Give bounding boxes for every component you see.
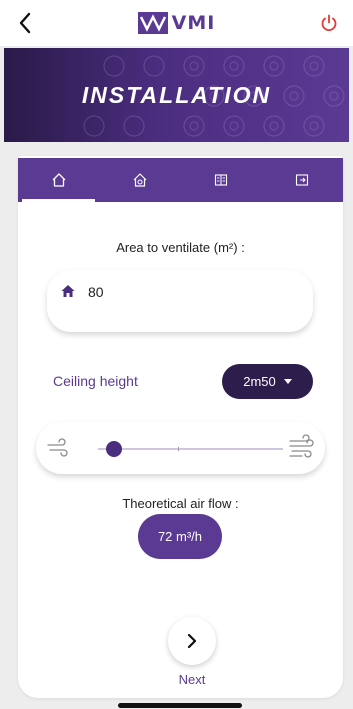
next-button[interactable] [168, 617, 216, 665]
power-button[interactable] [315, 9, 343, 37]
chevron-right-icon [187, 633, 197, 649]
back-button[interactable] [12, 10, 38, 36]
caret-down-icon [283, 379, 292, 384]
hero-banner: INSTALLATION [4, 48, 349, 142]
wind-low-icon [47, 438, 68, 457]
home-icon [61, 285, 75, 297]
book-icon [215, 174, 228, 186]
air-flow-label: Theoretical air flow : [122, 496, 239, 511]
area-label: Area to ventilate (m²) : [116, 240, 245, 255]
slider-track[interactable] [98, 448, 283, 450]
ceiling-height-select[interactable]: 2m50 [222, 364, 313, 399]
house-outline-icon [52, 173, 66, 187]
tab-home[interactable] [18, 158, 99, 202]
tab-guide[interactable] [181, 158, 262, 202]
brand-logo: VMI [137, 12, 216, 34]
ventilation-slider [36, 422, 325, 474]
exit-door-icon [296, 174, 309, 186]
chevron-left-icon [19, 12, 31, 34]
logo-mark-icon [137, 12, 168, 34]
logo-text: VMI [171, 12, 216, 34]
ceiling-height-label: Ceiling height [53, 373, 138, 389]
ceiling-height-value: 2m50 [243, 374, 276, 389]
area-value: 80 [88, 284, 104, 300]
step-tabs [18, 158, 343, 202]
wind-high-icon [289, 434, 314, 458]
house-gear-icon [133, 173, 147, 187]
power-icon [321, 14, 337, 32]
tab-house-settings[interactable] [99, 158, 180, 202]
area-input[interactable]: 80 [47, 270, 313, 332]
slider-tick [178, 447, 179, 451]
slider-thumb[interactable] [106, 441, 123, 457]
tab-exit[interactable] [262, 158, 343, 202]
top-app-bar: VMI [0, 0, 353, 46]
air-flow-value: 72 m³/h [138, 514, 222, 559]
next-label[interactable]: Next [18, 672, 353, 687]
page-title: INSTALLATION [81, 81, 272, 108]
home-indicator[interactable] [118, 703, 242, 708]
installation-card: Area to ventilate (m²) : 80 Ceiling heig… [18, 156, 343, 698]
